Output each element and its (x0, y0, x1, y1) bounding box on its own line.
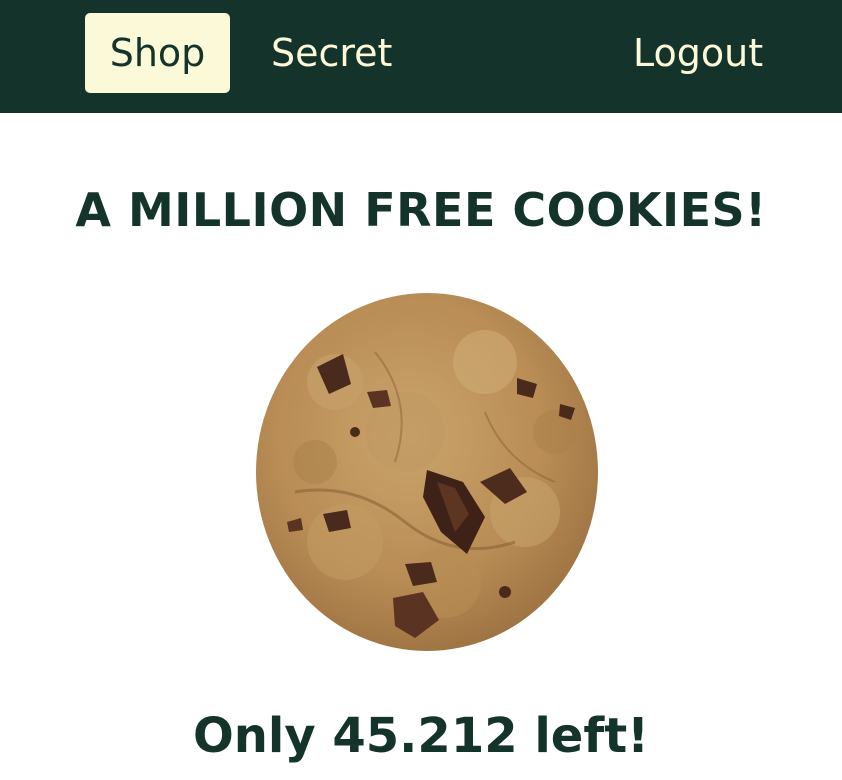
top-navbar: Shop Secret Logout (0, 0, 842, 113)
page-headline: A MILLION FREE COOKIES! (75, 183, 767, 237)
cookie-illustration (256, 293, 598, 651)
nav-secret-link[interactable]: Secret (271, 13, 392, 93)
cookie-image[interactable] (255, 292, 600, 652)
nav-logout-link[interactable]: Logout (633, 13, 763, 93)
nav-shop-link[interactable]: Shop (85, 13, 230, 93)
cookies-remaining-text: Only 45.212 left! (192, 708, 650, 764)
